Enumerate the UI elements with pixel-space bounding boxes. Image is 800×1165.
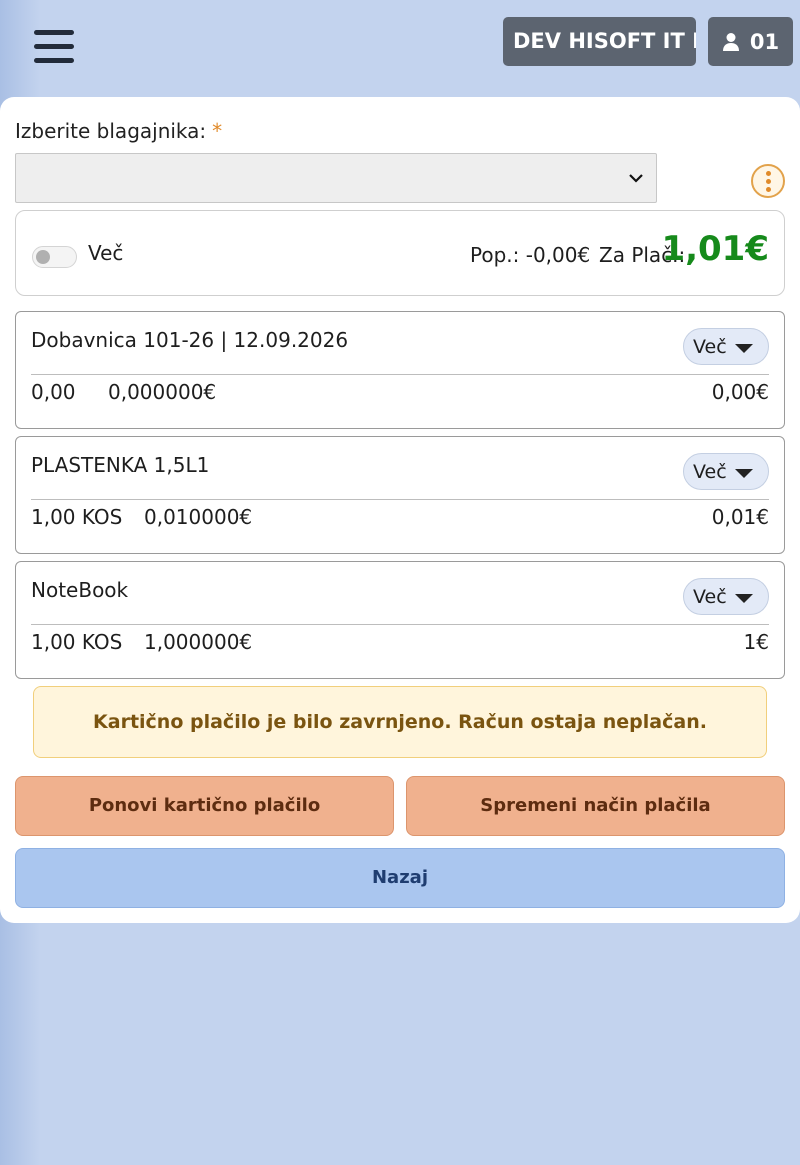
cashier-select[interactable] [15, 153, 657, 203]
hamburger-menu-icon[interactable] [34, 30, 74, 66]
cashier-label-text: Izberite blagajnika: [15, 119, 207, 143]
item-unit-price: 1,000000€ [144, 630, 253, 654]
more-toggle-label: Več [88, 241, 124, 265]
item-total: 1€ [743, 630, 769, 654]
item-divider [31, 499, 769, 500]
item-more-label: Več [693, 585, 727, 608]
discount-value: -0,00€ [525, 243, 591, 267]
company-button[interactable]: DEV HISOFT IT I... [503, 17, 696, 66]
list-item: PLASTENKA 1,5L1 Več 1,00 KOS 0,010000€ 0… [15, 436, 785, 554]
caret-down-icon [735, 594, 753, 603]
alert-message: Kartično plačilo je bilo zavrnjeno. Raču… [93, 711, 707, 733]
cashier-label: Izberite blagajnika: * [15, 119, 222, 143]
caret-down-icon [735, 469, 753, 478]
item-quantity: 1,00 KOS [31, 505, 123, 529]
item-quantity: 1,00 KOS [31, 630, 123, 654]
item-more-label: Več [693, 460, 727, 483]
retry-card-payment-label: Ponovi kartično plačilo [88, 795, 321, 816]
to-pay-value: 1,01€ [661, 229, 769, 269]
list-item: Dobavnica 101-26 | 12.09.2026 Več 0,00 0… [15, 311, 785, 429]
discount: Pop.: -0,00€ [470, 243, 590, 267]
item-title: Dobavnica 101-26 | 12.09.2026 [31, 328, 349, 352]
item-title: PLASTENKA 1,5L1 [31, 453, 210, 477]
payment-declined-alert: Kartično plačilo je bilo zavrnjeno. Raču… [33, 686, 767, 758]
company-label: DEV HISOFT IT I... [513, 29, 696, 53]
required-mark: * [212, 119, 223, 143]
user-label: 01 [749, 29, 780, 54]
item-unit-price: 0,000000€ [108, 380, 217, 404]
item-divider [31, 624, 769, 625]
more-toggle[interactable] [32, 246, 77, 268]
discount-label: Pop.: [470, 243, 520, 267]
item-unit-price: 0,010000€ [144, 505, 253, 529]
payment-panel: Izberite blagajnika: * Več Pop.: -0,00€ Z… [0, 97, 800, 923]
person-icon [722, 32, 739, 51]
change-payment-method-button[interactable]: Spremeni način plačila [406, 776, 785, 836]
item-total: 0,00€ [711, 380, 769, 404]
payment-summary: Več Pop.: -0,00€ Za Plač.: 1,01€ [15, 210, 785, 296]
item-title: NoteBook [31, 578, 129, 602]
item-more-button[interactable]: Več [683, 328, 769, 365]
back-button[interactable]: Nazaj [15, 848, 785, 908]
item-more-button[interactable]: Več [683, 578, 769, 615]
chevron-down-icon [629, 174, 643, 183]
user-button[interactable]: 01 [708, 17, 793, 66]
item-total: 0,01€ [711, 505, 769, 529]
change-payment-method-label: Spremeni način plačila [480, 795, 711, 816]
item-more-label: Več [693, 335, 727, 358]
caret-down-icon [735, 344, 753, 353]
list-item: NoteBook Več 1,00 KOS 1,000000€ 1€ [15, 561, 785, 679]
item-more-button[interactable]: Več [683, 453, 769, 490]
item-divider [31, 374, 769, 375]
kebab-icon[interactable] [751, 164, 785, 198]
retry-card-payment-button[interactable]: Ponovi kartično plačilo [15, 776, 394, 836]
item-quantity: 0,00 [31, 380, 76, 404]
back-label: Nazaj [371, 867, 428, 888]
top-bar: DEV HISOFT IT I... 01 [0, 0, 800, 97]
